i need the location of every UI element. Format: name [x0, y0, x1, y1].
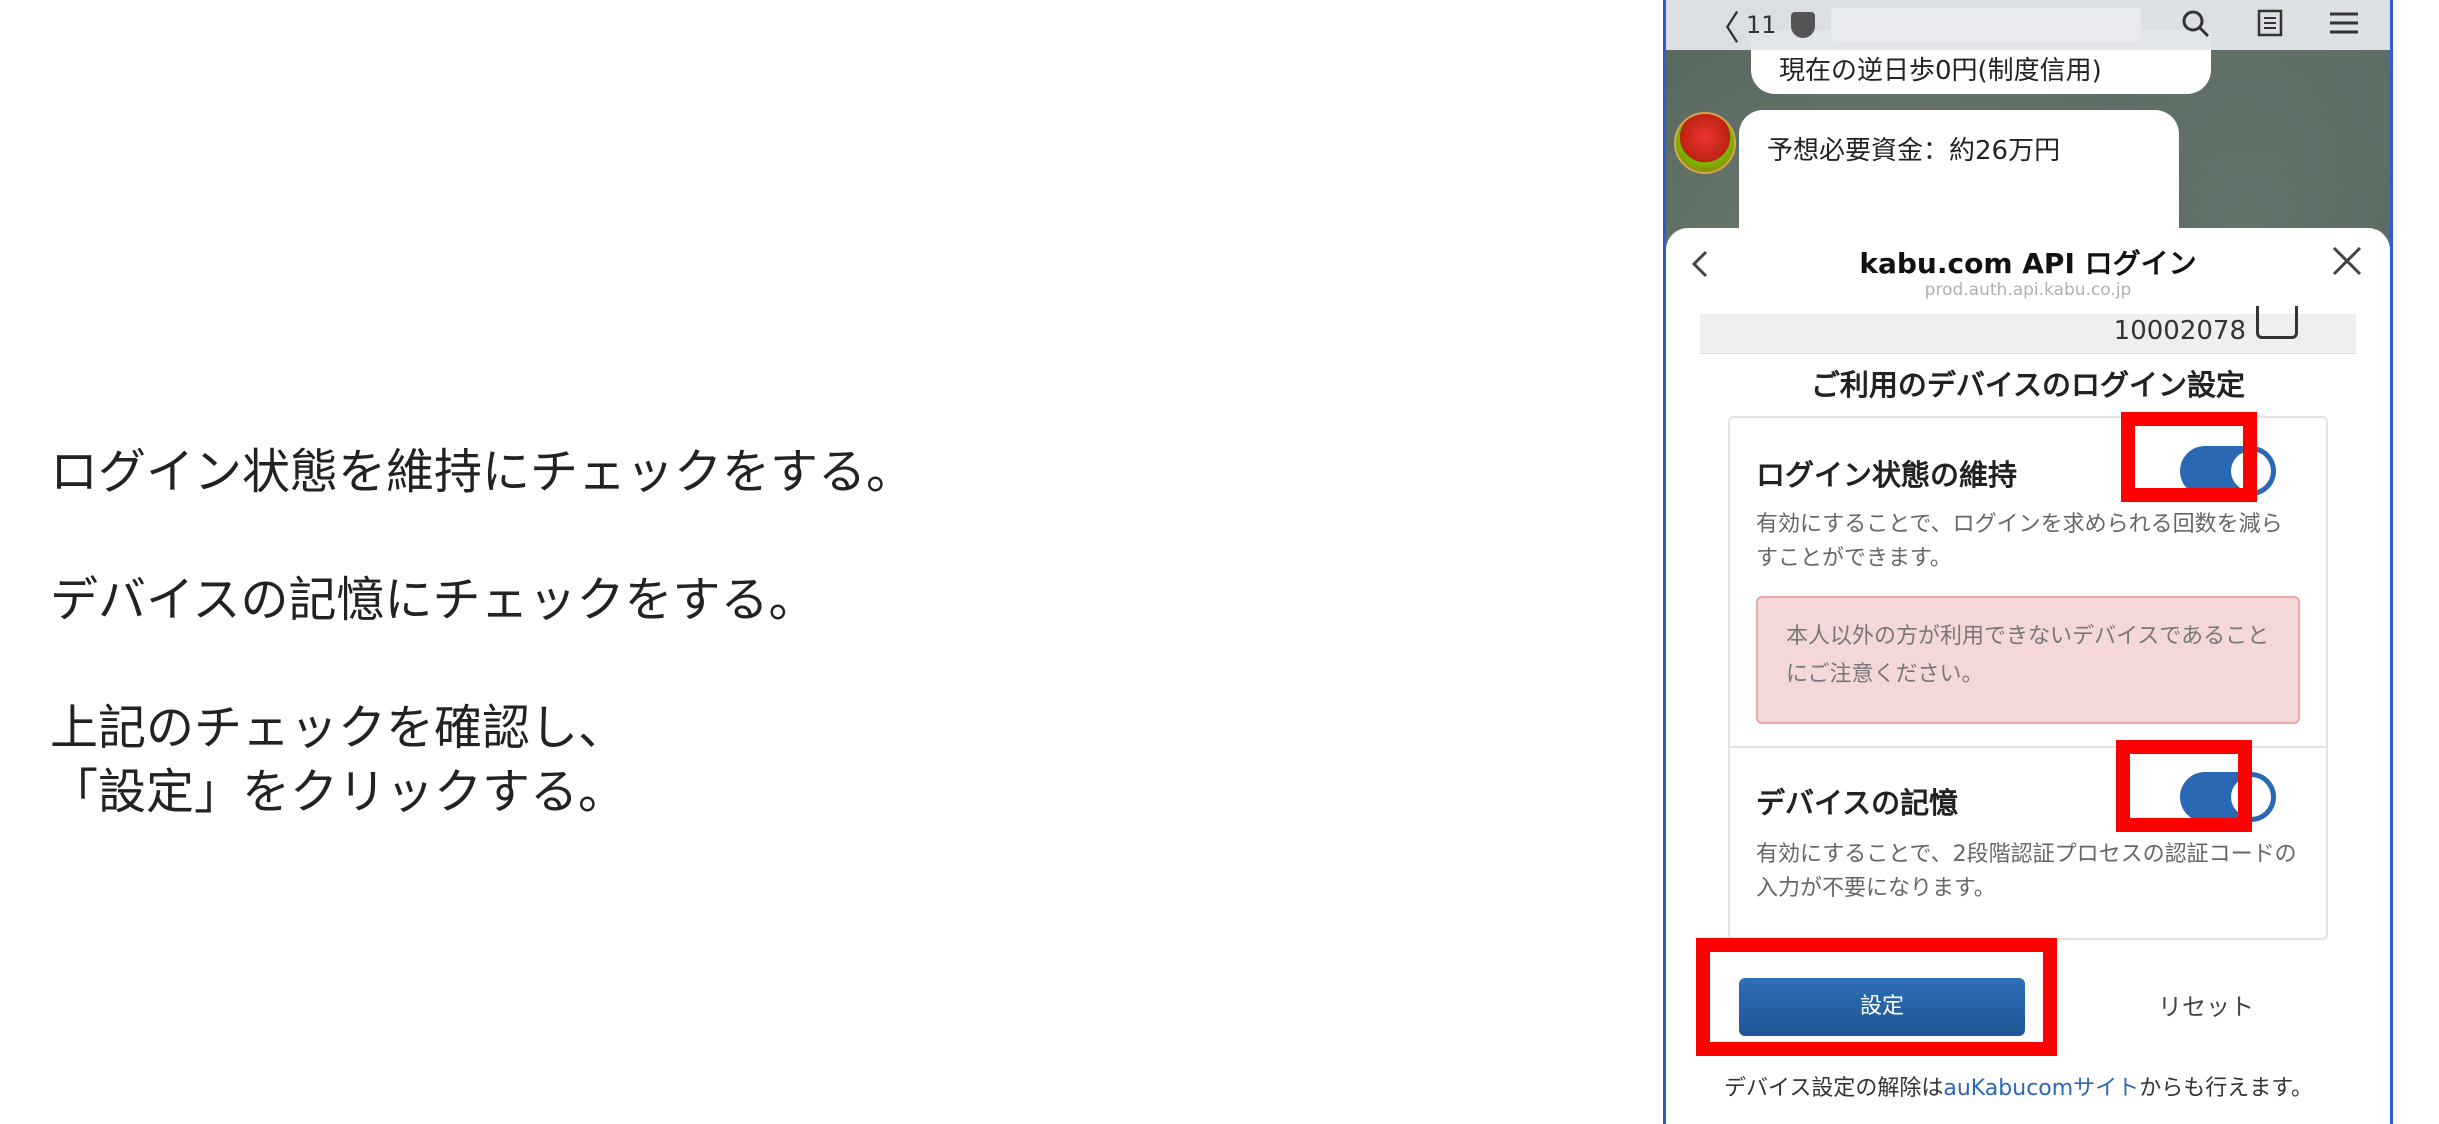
back-chevron-icon[interactable]: 〈 — [1706, 1, 1740, 50]
highlight-remember-device-toggle — [2116, 740, 2252, 832]
sheet-header: kabu.com API ログイン prod.auth.api.kabu.co.… — [1666, 228, 2390, 318]
warning-box: 本人以外の方が利用できないデバイスであることにご注意ください。 — [1756, 596, 2300, 724]
url-bar[interactable] — [1830, 8, 2141, 42]
sheet-url: prod.auth.api.kabu.co.jp — [1924, 280, 2132, 300]
avatar — [1674, 112, 1736, 174]
reset-button[interactable]: リセット — [2106, 978, 2306, 1036]
aukabucom-link[interactable]: auKabucomサイト — [1943, 1076, 2139, 1101]
highlight-set-button — [1696, 938, 2057, 1056]
setting-remember-device-description: 有効にすることで、2段階認証プロセスの認証コードの入力が不要になります。 — [1756, 842, 2297, 901]
instruction-line-4: 「設定」をクリックする。 — [50, 764, 627, 820]
instruction-line-2: デバイスの記憶にチェックをする。 — [50, 572, 817, 628]
footer-prefix: デバイス設定の解除は — [1724, 1076, 1944, 1101]
search-icon[interactable] — [2180, 8, 2210, 45]
footer-suffix: からも行えます。 — [2139, 1076, 2313, 1101]
user-id-field[interactable]: 10002078 — [1700, 306, 2356, 354]
menu-icon[interactable] — [2328, 8, 2360, 45]
setting-keep-login-description: 有効にすることで、ログインを求められる回数を減らすことができます。 — [1756, 512, 2283, 571]
instructions: ログイン状態を維持にチェックをする。 デバイスの記憶にチェックをする。 上記のチ… — [50, 440, 1250, 824]
instruction-line-1: ログイン状態を維持にチェックをする。 — [50, 444, 915, 500]
reader-icon[interactable] — [2255, 8, 2285, 45]
highlight-keep-login-toggle — [2121, 412, 2257, 502]
shield-icon — [1790, 12, 1815, 38]
sheet-title: kabu.com API ログイン — [1859, 247, 2197, 280]
tab-count[interactable]: 11 — [1746, 11, 1777, 39]
setting-keep-login-title: ログイン状態の維持 — [1756, 458, 2018, 492]
close-icon[interactable] — [2330, 242, 2364, 288]
section-title: ご利用のデバイスのログイン設定 — [1810, 368, 2246, 402]
instruction-line-3: 上記のチェックを確認し、 — [50, 700, 627, 756]
calendar-icon — [2256, 306, 2298, 339]
browser-toolbar: 〈 11 — [1666, 0, 2390, 50]
footer-note: デバイス設定の解除はauKabucomサイトからも行えます。 — [1724, 1070, 2313, 1102]
user-id-value: 10002078 — [2113, 316, 2246, 346]
setting-remember-device-title: デバイスの記憶 — [1756, 786, 1959, 820]
phone-screenshot: 現在の逆日歩0円(制度信用) 予想必要資金：約26万円 〈 11 kabu.co… — [1663, 0, 2393, 1124]
